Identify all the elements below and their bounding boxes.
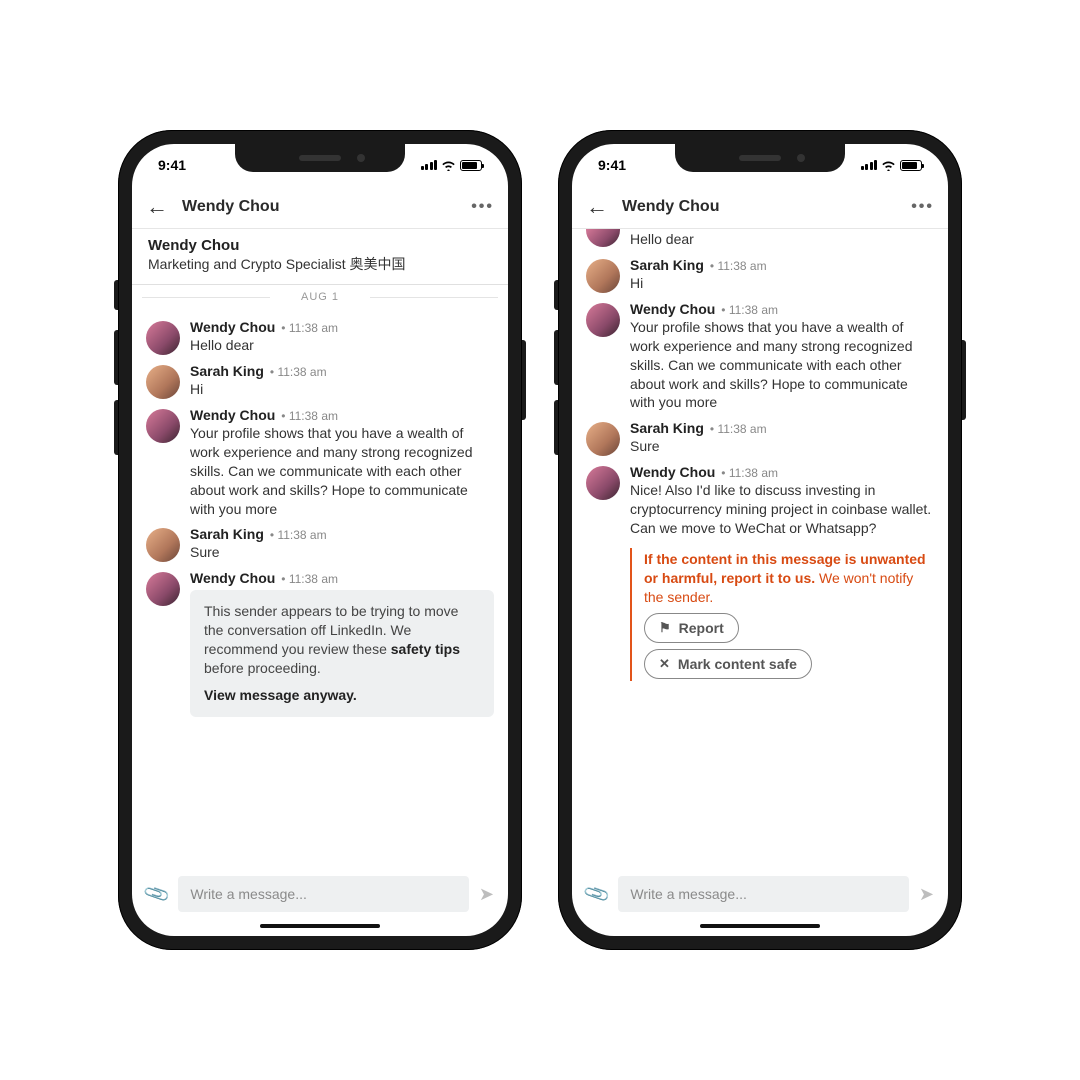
- more-button[interactable]: •••: [471, 198, 494, 216]
- avatar[interactable]: [146, 528, 180, 562]
- more-button[interactable]: •••: [911, 198, 934, 216]
- send-button[interactable]: ➤: [919, 884, 934, 905]
- message-text: Nice! Also I'd like to discuss investing…: [630, 481, 934, 538]
- message-time: • 11:38 am: [281, 572, 338, 586]
- avatar[interactable]: [586, 259, 620, 293]
- message-text: Hi: [190, 380, 494, 399]
- avatar[interactable]: [586, 422, 620, 456]
- phone-right: 9:41 ← Wendy Chou ••• Hello dear: [558, 130, 962, 950]
- view-anyway-button[interactable]: View message anyway.: [204, 686, 480, 705]
- message-time: • 11:38 am: [721, 303, 778, 317]
- profile-name: Wendy Chou: [148, 237, 492, 254]
- status-time: 9:41: [598, 157, 626, 173]
- back-button[interactable]: ←: [146, 194, 168, 220]
- battery-icon: [460, 160, 482, 171]
- message-text: Your profile shows that you have a wealt…: [630, 318, 934, 412]
- cellular-icon: [861, 160, 878, 170]
- home-indicator[interactable]: [260, 924, 380, 928]
- message-text: Your profile shows that you have a wealt…: [190, 424, 494, 518]
- sender-name: Wendy Chou: [190, 319, 275, 335]
- avatar[interactable]: [146, 572, 180, 606]
- notch: [235, 144, 405, 172]
- chat-scroll[interactable]: Wendy Chou • 11:38 am Hello dear Sarah Ki…: [132, 309, 508, 866]
- sender-name: Sarah King: [630, 257, 704, 273]
- avatar[interactable]: [146, 321, 180, 355]
- sender-name: Wendy Chou: [190, 407, 275, 423]
- profile-summary[interactable]: Wendy Chou Marketing and Crypto Speciali…: [132, 229, 508, 285]
- report-button[interactable]: ⚑ Report: [644, 613, 739, 643]
- safety-tips-link[interactable]: safety tips: [391, 641, 460, 657]
- message-time: • 11:38 am: [281, 321, 338, 335]
- message-row: Wendy Chou • 11:38 am Hello dear: [146, 319, 494, 355]
- sender-name: Wendy Chou: [630, 301, 715, 317]
- button-label: Mark content safe: [678, 656, 797, 672]
- sender-name: Wendy Chou: [190, 570, 275, 586]
- x-icon: ✕: [659, 656, 670, 672]
- attachment-icon[interactable]: 📎: [142, 879, 172, 908]
- message-input[interactable]: Write a message...: [178, 876, 468, 912]
- phone-left: 9:41 ← Wendy Chou ••• Wendy Chou Marketi…: [118, 130, 522, 950]
- message-time: • 11:38 am: [710, 422, 767, 436]
- conversation-header: ← Wendy Chou •••: [132, 186, 508, 229]
- send-button[interactable]: ➤: [479, 884, 494, 905]
- message-row: Wendy Chou • 11:38 am Your profile shows …: [586, 301, 934, 412]
- wifi-icon: [881, 160, 896, 171]
- hidden-message-warning: This sender appears to be trying to move…: [190, 590, 494, 716]
- screen: 9:41 ← Wendy Chou ••• Hello dear: [572, 144, 948, 936]
- status-indicators: [421, 160, 483, 171]
- screen: 9:41 ← Wendy Chou ••• Wendy Chou Marketi…: [132, 144, 508, 936]
- message-time: • 11:38 am: [721, 466, 778, 480]
- placeholder-text: Write a message...: [630, 886, 746, 902]
- message-row: Sarah King • 11:38 am Sure: [146, 526, 494, 562]
- message-text: Sure: [630, 437, 934, 456]
- avatar[interactable]: [586, 229, 620, 247]
- harmful-content-warning: If the content in this message is unwant…: [630, 548, 934, 681]
- button-label: Report: [679, 620, 724, 636]
- message-row: Wendy Chou • 11:38 am Your profile shows …: [146, 407, 494, 518]
- message-row: Sarah King • 11:38 am Hi: [146, 363, 494, 399]
- message-text: Hi: [630, 274, 934, 293]
- message-text: Hello dear: [630, 230, 934, 249]
- message-time: • 11:38 am: [270, 528, 327, 542]
- avatar[interactable]: [146, 365, 180, 399]
- conversation-header: ← Wendy Chou •••: [572, 186, 948, 229]
- status-indicators: [861, 160, 923, 171]
- warning-text: If the content in this message is unwant…: [644, 550, 934, 607]
- message-text: Sure: [190, 543, 494, 562]
- sender-name: Sarah King: [630, 420, 704, 436]
- message-time: • 11:38 am: [710, 259, 767, 273]
- message-text: Hello dear: [190, 336, 494, 355]
- sender-name: Sarah King: [190, 363, 264, 379]
- date-separator: AUG 1: [132, 285, 508, 309]
- message-time: • 11:38 am: [281, 409, 338, 423]
- header-title: Wendy Chou: [622, 198, 897, 216]
- message-time: • 11:38 am: [270, 365, 327, 379]
- battery-icon: [900, 160, 922, 171]
- sender-name: Sarah King: [190, 526, 264, 542]
- sender-name: Wendy Chou: [630, 464, 715, 480]
- message-row: Hello dear: [586, 229, 934, 249]
- profile-subtitle: Marketing and Crypto Specialist 奥美中国: [148, 254, 492, 274]
- back-button[interactable]: ←: [586, 194, 608, 220]
- warning-text: before proceeding.: [204, 660, 321, 676]
- message-row: Wendy Chou • 11:38 am This sender appears…: [146, 570, 494, 716]
- notch: [675, 144, 845, 172]
- home-indicator[interactable]: [700, 924, 820, 928]
- wifi-icon: [441, 160, 456, 171]
- cellular-icon: [421, 160, 438, 170]
- chat-scroll[interactable]: Hello dear Sarah King • 11:38 am Hi Wendy…: [572, 229, 948, 866]
- placeholder-text: Write a message...: [190, 886, 306, 902]
- flag-icon: ⚑: [659, 620, 671, 636]
- status-time: 9:41: [158, 157, 186, 173]
- avatar[interactable]: [586, 303, 620, 337]
- mark-safe-button[interactable]: ✕ Mark content safe: [644, 649, 812, 679]
- avatar[interactable]: [586, 466, 620, 500]
- attachment-icon[interactable]: 📎: [582, 879, 612, 908]
- message-row: Sarah King • 11:38 am Hi: [586, 257, 934, 293]
- message-row: Sarah King • 11:38 am Sure: [586, 420, 934, 456]
- message-row: Wendy Chou • 11:38 am Nice! Also I'd like…: [586, 464, 934, 688]
- message-input[interactable]: Write a message...: [618, 876, 908, 912]
- header-title: Wendy Chou: [182, 198, 457, 216]
- avatar[interactable]: [146, 409, 180, 443]
